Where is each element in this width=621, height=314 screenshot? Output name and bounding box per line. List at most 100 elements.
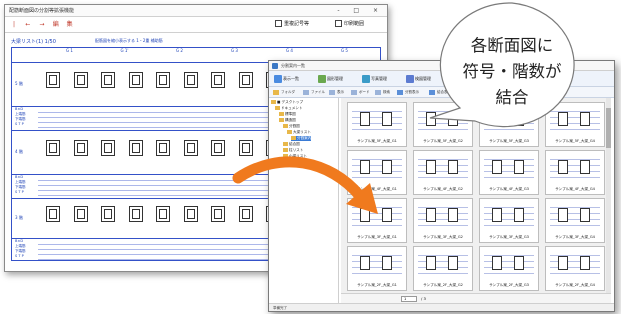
beam-section-drawing [238,72,253,88]
edit-icon[interactable]: 編 [51,17,61,33]
thumbnail-preview [418,154,468,182]
thumbnail-preview [352,154,402,182]
column-header: G 5 [341,48,348,53]
thumbnail-caption: サンプル案_4F_大梁_G2 [423,187,463,191]
folder-icon [283,148,288,152]
column-header: G 1' [120,48,129,53]
spec-header: S T P [15,254,24,258]
back-arrow-icon[interactable]: ← [23,17,33,33]
tree-item[interactable]: 柱リスト [283,148,303,153]
tree-item[interactable]: 結合図 [283,142,300,147]
spec-header: S T P [15,190,24,194]
thumbnail-caption: サンプル案_2F_大梁_G3 [489,283,529,287]
drawing-thumbnail[interactable]: サンプル案_3F_大梁_G1 [347,198,407,243]
thumbnail-preview [352,202,402,230]
tree-item-selected[interactable]: 分割案内 [291,136,312,141]
list-scale-label: 大梁リスト(1) 1/50 [11,39,56,45]
tree-item[interactable]: ■ デスクトップ [271,100,303,105]
thumbnail-caption: サンプル案_2F_大梁_G1 [357,283,397,287]
callout-line: 結合 [495,88,529,107]
ribbon-photo-button[interactable]: 写真管理 [361,74,387,84]
drawing-thumbnail[interactable]: サンプル案_2F_大梁_G3 [479,246,539,291]
duplicate-check[interactable]: 重複記号等 [275,20,309,29]
split-view-button[interactable]: 分割表示 [397,89,419,96]
thumbnail-caption: サンプル案_4F_大梁_G3 [489,187,529,191]
beam-section-drawing [183,140,198,156]
drawing-thumbnail[interactable]: サンプル案_3F_大梁_G4 [545,198,605,243]
beam-section-drawing [156,72,170,88]
vertical-scrollbar[interactable] [606,98,611,295]
tree-item[interactable]: ドキュメント [275,106,303,111]
thumbnail-caption: サンプル案_3F_大梁_G2 [423,235,463,239]
tree-item[interactable]: 分割図 [283,124,300,129]
folder-icon [271,100,276,104]
checkbox-icon[interactable] [275,20,282,27]
beam-section-drawing [211,72,225,88]
scrollbar-thumb[interactable] [606,108,611,148]
drawing-thumbnail[interactable]: サンプル案_2F_大梁_G1 [347,246,407,291]
column-header: G 1 [66,48,73,53]
beam-section-drawing [73,206,88,222]
thumbnail-caption: サンプル案_5F_大梁_G1 [357,139,397,143]
beam-section-drawing [128,140,143,156]
tree-item[interactable]: 大梁リスト [287,130,311,135]
drawing-thumbnail[interactable]: サンプル案_2F_大梁_G2 [413,246,473,291]
window-controls[interactable]: - □ × [337,5,384,17]
page-number-input[interactable]: 1 [401,296,417,302]
folder-icon [287,130,292,134]
beam-section-drawing [73,140,88,156]
beam-section-drawing [183,206,198,222]
tree-item[interactable]: 構造図 [279,118,296,123]
tree-item[interactable]: 小梁リスト [283,154,307,159]
beam-section-drawing [101,140,115,156]
drawing-thumbnail[interactable]: サンプル案_4F_大梁_G2 [413,150,473,195]
file-button[interactable]: ファイル [303,89,325,96]
pager: 1 / 3 [341,293,611,303]
beam-section-drawing [156,140,170,156]
beam-section-drawing [46,72,60,88]
beam-section-drawing [101,206,115,222]
beam-section-drawing [46,206,60,222]
app-icon [272,63,278,69]
beam-section-drawing [211,140,225,156]
collect-icon[interactable]: 集 [65,17,75,33]
thumbnail-caption: サンプル案_2F_大梁_G4 [555,283,595,287]
back-window-titlebar: 配筋断面図の分割等拡張機能 - □ × [5,5,387,17]
thumbnail-caption: サンプル案_2F_大梁_G2 [423,283,463,287]
ribbon-drawing-button[interactable]: 図形管理 [317,74,343,84]
back-toolbar: | ← → 編 集 重複記号等 印刷範囲 [5,17,387,33]
drawing-thumbnail[interactable]: サンプル案_3F_大梁_G2 [413,198,473,243]
beam-section-drawing [238,206,253,222]
folder-icon [283,142,288,146]
floor-label: 3 階 [15,215,23,220]
drawing-thumbnail[interactable]: サンプル案_4F_大梁_G3 [479,150,539,195]
drawing-thumbnail[interactable]: サンプル案_4F_大梁_G1 [347,150,407,195]
board-button[interactable]: ボード [351,89,370,96]
back-window-title: 配筋断面図の分割等拡張機能 [9,8,75,14]
view-button[interactable]: 表示 [329,89,344,96]
thumbnail-preview [484,250,534,278]
beam-section-drawing [183,72,198,88]
thumbnail-preview [352,106,402,134]
drawing-thumbnail[interactable]: サンプル案_4F_大梁_G4 [545,150,605,195]
drawing-thumbnail[interactable]: サンプル案_5F_大梁_G1 [347,102,407,147]
thumbnail-caption: サンプル案_5F_大梁_G2 [423,139,463,143]
print-range-check[interactable]: 印刷範囲 [335,20,364,29]
folder-button[interactable]: フォルダ [273,89,295,96]
forward-arrow-icon[interactable]: → [37,17,47,33]
drawing-thumbnail[interactable]: サンプル案_2F_大梁_G4 [545,246,605,291]
drawing-thumbnail[interactable]: サンプル案_3F_大梁_G3 [479,198,539,243]
search-button[interactable]: 検索 [375,89,390,96]
beam-section-drawing [46,140,60,156]
ribbon-list-button[interactable]: 表示一覧 [273,74,299,84]
folder-icon [291,136,296,140]
folder-tree: ■ デスクトップ ドキュメント 標準図 構造図 分割図 大梁リスト 分割案内 結… [269,98,339,303]
ribbon-check-button[interactable]: 検図管理 [405,74,431,84]
beam-section-drawing [211,206,225,222]
thumbnail-caption: サンプル案_3F_大梁_G4 [555,235,595,239]
thumbnail-caption: サンプル案_4F_大梁_G4 [555,187,595,191]
thumbnail-preview [352,250,402,278]
checkbox-icon[interactable] [335,20,342,27]
spec-header: S T P [15,122,24,126]
tree-item[interactable]: 標準図 [279,112,296,117]
